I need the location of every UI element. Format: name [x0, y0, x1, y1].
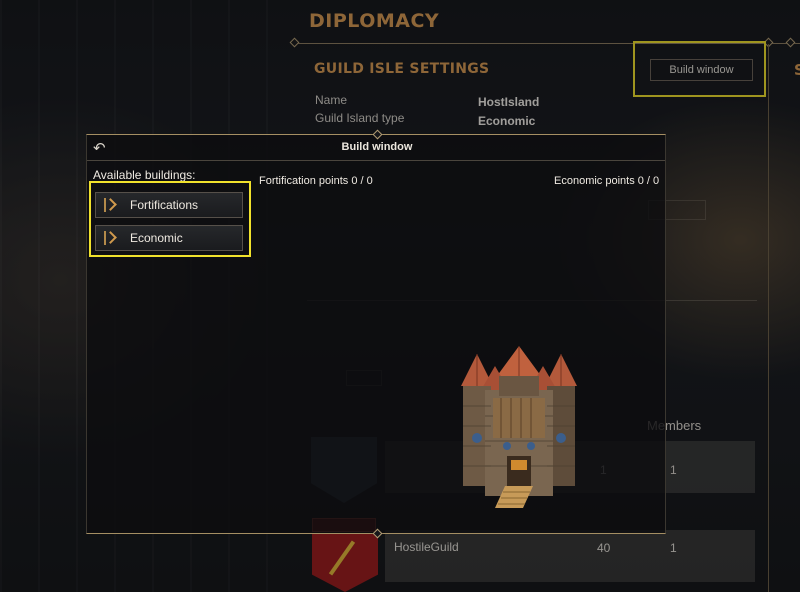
tower-building-preview: [455, 346, 583, 508]
economic-points: Economic points 0 / 0: [554, 175, 660, 187]
available-buildings-label: Available buildings:: [93, 168, 196, 182]
header-divider: [87, 160, 665, 161]
highlight-category-buttons: [89, 181, 251, 257]
fortification-points: Fortification points 0 / 0: [259, 175, 373, 187]
build-window-title: Build window: [341, 141, 413, 153]
